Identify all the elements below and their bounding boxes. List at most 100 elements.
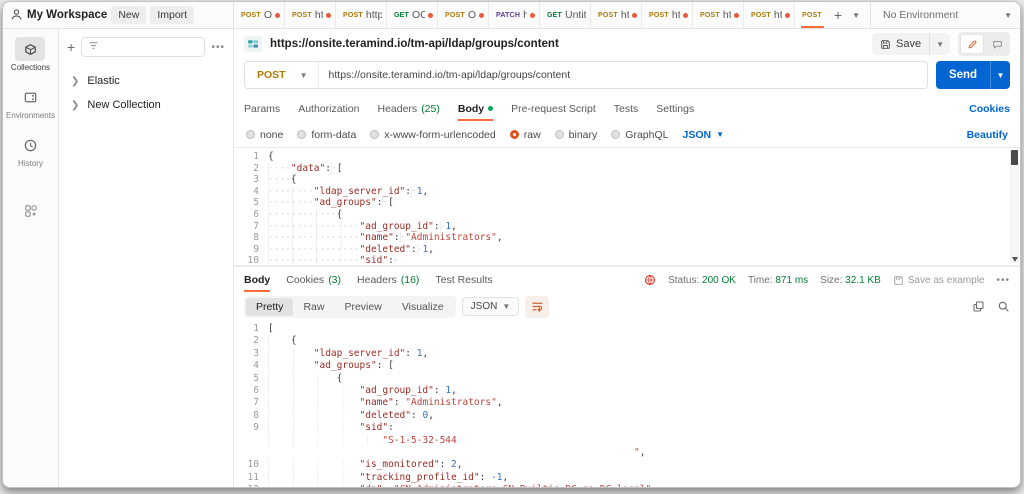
response-tab-test-results[interactable]: Test Results	[435, 267, 492, 293]
body-mode-form-data[interactable]: form-data	[297, 129, 356, 141]
tree-item-new-collection[interactable]: ❯ New Collection	[67, 93, 225, 117]
save-as-example-label: Save as example	[907, 274, 985, 286]
request-tab[interactable]: GETOCR	[387, 2, 438, 28]
request-tab-params[interactable]: Params	[244, 95, 280, 122]
editor-scrollbar[interactable]	[1010, 150, 1019, 263]
request-tab-settings[interactable]: Settings	[656, 95, 694, 122]
add-collection-icon[interactable]: +	[67, 40, 75, 54]
new-button[interactable]: New	[111, 6, 147, 24]
save-as-example-button[interactable]: Save as example	[893, 274, 985, 286]
response-tab-cookies[interactable]: Cookies (3)	[286, 267, 341, 293]
code-token: :	[411, 409, 423, 421]
comment-button[interactable]	[986, 34, 1008, 54]
response-body-viewer[interactable]: 1[2 {3 "ldap_server_id": 1, 4 "ad_groups"…	[234, 320, 1020, 487]
rail-label: Collections	[10, 63, 51, 72]
view-raw[interactable]: Raw	[293, 298, 334, 316]
request-tab-authorization[interactable]: Authorization	[298, 95, 359, 122]
request-tab[interactable]: POSThttp	[744, 2, 795, 28]
code-token: "data"	[290, 162, 326, 174]
code-token: "name"	[359, 232, 394, 244]
sidebar-item-collections[interactable]: Collections	[11, 37, 50, 72]
sidebar-item-history[interactable]: History	[16, 133, 46, 168]
code-token: [	[268, 323, 274, 334]
edit-button[interactable]	[960, 34, 984, 54]
code-token: ········	[268, 197, 314, 209]
code-token: "deleted"	[359, 409, 411, 421]
request-tab-headers[interactable]: Headers (25)	[377, 95, 439, 122]
code-token: "is_monitored"	[359, 459, 440, 471]
code-line: 3 ····{	[234, 174, 1020, 186]
cookies-link[interactable]: Cookies	[969, 103, 1010, 115]
tab-options-chevron-icon[interactable]: ▼	[852, 11, 860, 20]
request-tab[interactable]: POSThttp	[693, 2, 744, 28]
url-input[interactable]: https://onsite.teramind.io/tm-api/ldap/g…	[319, 69, 927, 81]
response-more-icon[interactable]: •••	[996, 275, 1010, 286]
request-tab-tests[interactable]: Tests	[614, 95, 639, 122]
panel-more-icon[interactable]: •••	[211, 42, 225, 53]
unsaved-dot-icon	[428, 12, 433, 18]
send-options-chevron-icon[interactable]: ▼	[990, 61, 1010, 89]
response-time[interactable]: Time: 871 ms	[748, 275, 808, 286]
search-button[interactable]	[997, 300, 1010, 313]
response-tab-headers[interactable]: Headers (16)	[357, 267, 419, 293]
tree-item-elastic[interactable]: ❯ Elastic	[67, 69, 225, 93]
request-tab[interactable]: POSThttp	[591, 2, 642, 28]
request-tab-pre-request-script[interactable]: Pre-request Script	[511, 95, 596, 122]
save-options-chevron-icon[interactable]: ▼	[929, 33, 950, 55]
request-tab-body[interactable]: Body	[457, 95, 494, 122]
request-body-editor[interactable]: 1{2 ····"data":·[3 ····{4 ········"ldap_ser…	[234, 147, 1020, 266]
code-token: :	[388, 422, 394, 434]
sidebar-item-more-blocks[interactable]	[16, 199, 46, 223]
beautify-link[interactable]: Beautify	[967, 129, 1008, 141]
send-button[interactable]: Send	[936, 61, 990, 89]
view-visualize[interactable]: Visualize	[392, 298, 454, 316]
request-tab[interactable]: PATCHhtt	[489, 2, 540, 28]
method-selector[interactable]: POST ▼	[245, 62, 319, 88]
code-token: "CN=Administrators,CN=Builtin,DC=qa,DC=l…	[394, 484, 651, 487]
new-tab-icon[interactable]: +	[834, 8, 842, 22]
request-tab[interactable]: GETUntitle	[540, 2, 591, 28]
request-tab[interactable]: POSThttp	[285, 2, 336, 28]
network-status-icon[interactable]	[644, 274, 656, 286]
code-line: 2 ····"data":·[	[234, 162, 1020, 175]
filter-input[interactable]	[81, 37, 206, 57]
user-icon[interactable]	[10, 8, 23, 21]
radio-icon	[297, 130, 307, 139]
scrollbar-thumb[interactable]	[1011, 150, 1018, 165]
request-tab[interactable]: POSThttp	[642, 2, 693, 28]
request-tab[interactable]: POSTOCF	[234, 2, 285, 28]
code-line: 10 ················"sid":·	[234, 255, 1020, 265]
save-button[interactable]: Save	[872, 38, 929, 50]
request-language-selector[interactable]: JSON ▼	[682, 129, 724, 141]
code-content: [	[268, 323, 1020, 335]
view-pretty[interactable]: Pretty	[246, 297, 294, 316]
scrollbar-down-arrow-icon[interactable]	[1012, 257, 1018, 262]
response-size[interactable]: Size: 32.1 KB	[820, 275, 881, 286]
response-language-selector[interactable]: JSON ▼	[461, 297, 520, 316]
tab-name-label: http	[773, 9, 782, 21]
code-content: ········"ad_groups":·[	[268, 197, 1020, 209]
workspace-title[interactable]: My Workspace	[27, 9, 107, 21]
code-token	[268, 434, 383, 446]
code-line: 9 ················"deleted":·1,	[234, 243, 1020, 256]
request-language-label: JSON	[682, 128, 712, 141]
request-tab[interactable]: POSThttps:	[336, 2, 387, 28]
wrap-text-button[interactable]	[525, 295, 550, 318]
sidebar-item-environments[interactable]: Environments	[6, 85, 55, 120]
response-status[interactable]: Status: 200 OK	[668, 275, 736, 286]
request-tab[interactable]: POSTOCF	[438, 2, 489, 28]
view-preview[interactable]: Preview	[334, 298, 391, 316]
body-mode-raw[interactable]: raw	[509, 129, 541, 141]
body-mode-none[interactable]: none	[246, 129, 283, 141]
import-button[interactable]: Import	[150, 6, 195, 24]
environment-selector[interactable]: No Environment ▼	[870, 2, 1020, 28]
response-tab-body[interactable]: Body	[244, 267, 271, 293]
code-line: 7 "name": "Administrators",	[234, 397, 1020, 409]
code-token: ,	[456, 459, 463, 471]
copy-button[interactable]	[972, 300, 985, 313]
body-mode-GraphQL[interactable]: GraphQL	[611, 129, 668, 141]
request-tab[interactable]: POSThttp	[795, 2, 824, 28]
body-mode-x-www-form-urlencoded[interactable]: x-www-form-urlencoded	[370, 129, 496, 141]
body-mode-binary[interactable]: binary	[554, 129, 597, 141]
code-line: 2 {	[234, 335, 1020, 347]
